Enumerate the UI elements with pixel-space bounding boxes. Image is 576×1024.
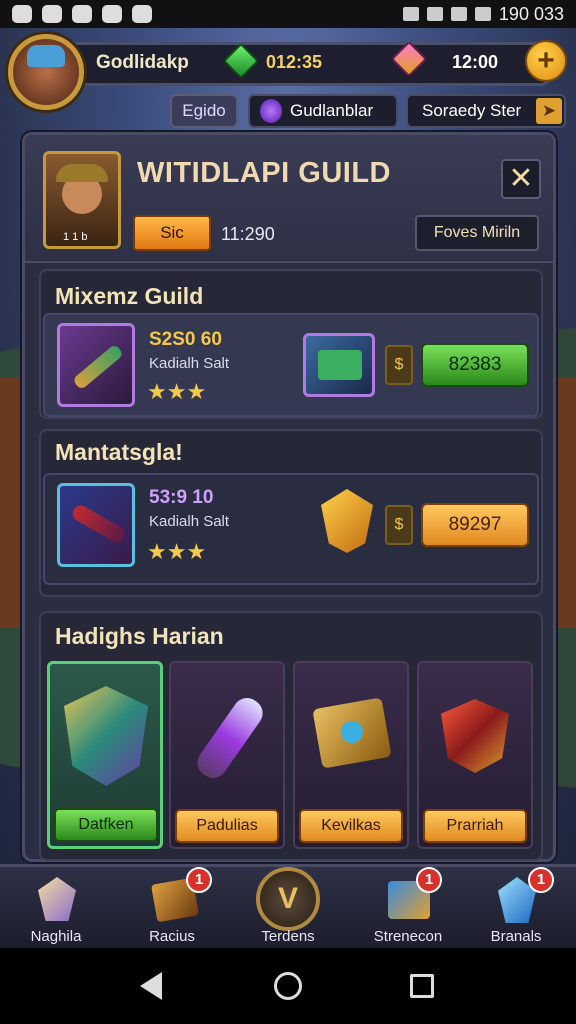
ruby-shield-icon <box>441 699 509 773</box>
reward-card-4-button[interactable]: Prarriah <box>423 809 527 843</box>
tab-gudlanblar[interactable]: Gudlanblar <box>248 94 398 128</box>
reward-card-3[interactable]: Kevilkas <box>293 661 409 849</box>
gold-crest-icon <box>321 489 373 553</box>
tab-egido-label: Egido <box>182 101 226 120</box>
guild-section-1: Mixemz Guild S2S0 60 Kadialh Salt ★★★ $ … <box>39 269 543 419</box>
nav-terdens-label: Terdens <box>261 928 315 945</box>
reward-card-2-button[interactable]: Padulias <box>175 809 279 843</box>
reward-card-3-button[interactable]: Kevilkas <box>299 809 403 843</box>
section-1-sub: Kadialh Salt <box>149 355 230 372</box>
tab-soraedy-ster-label: Soraedy Ster <box>422 101 522 120</box>
reward-card-2[interactable]: Padulias <box>169 661 285 849</box>
section-2-value: 53:9 10 <box>149 487 214 508</box>
status-bar: 190 033 <box>0 0 576 28</box>
add-resource-button[interactable]: + <box>525 40 567 82</box>
nav-branals-badge: 1 <box>528 867 554 893</box>
purple-orb-icon <box>260 99 282 123</box>
tab-soraedy-ster[interactable]: Soraedy Ster ➤ <box>406 94 566 128</box>
section-1-row: S2S0 60 Kadialh Salt ★★★ $ 82383 <box>43 313 539 417</box>
nav-naghila-label: Naghila <box>30 928 82 945</box>
section-1-value: S2S0 60 <box>149 329 222 350</box>
status-time: 190 033 <box>498 3 564 24</box>
player-avatar[interactable] <box>8 34 84 110</box>
player-name: Godlidakp <box>96 52 189 73</box>
chat-icon <box>102 5 122 23</box>
reward-card-1-button[interactable]: Datfken <box>54 808 158 842</box>
section-1-action-button[interactable]: 82383 <box>421 343 529 387</box>
section-1-stars: ★★★ <box>147 379 207 404</box>
home-icon[interactable] <box>274 972 302 1000</box>
emblem-icon: V <box>256 867 320 931</box>
system-nav-bar <box>0 948 576 1024</box>
section-2-title: Mantatsgla! <box>55 439 183 465</box>
reward-card-1[interactable]: Datfken <box>47 661 163 849</box>
nav-branals[interactable]: 1 Branals <box>460 867 572 951</box>
map-scroll-icon[interactable] <box>303 333 375 397</box>
guild-section-2: Mantatsgla! 53:9 10 Kadialh Salt ★★★ $ 8… <box>39 429 543 597</box>
nav-racius-badge: 1 <box>186 867 212 893</box>
app-icon <box>12 5 32 23</box>
shield-emerald-icon <box>64 686 148 786</box>
tab-egido[interactable]: Egido <box>170 94 238 128</box>
foves-button[interactable]: Foves Miriln <box>415 215 539 251</box>
treasure-box-icon <box>312 697 392 769</box>
tab-gudlanblar-label: Gudlanblar <box>290 101 374 120</box>
crystal-icon <box>38 877 76 921</box>
nav-racius[interactable]: 1 Racius <box>116 867 228 951</box>
telescope-icon[interactable] <box>57 323 135 407</box>
reward-card-4[interactable]: Prarriah <box>417 661 533 849</box>
close-icon: ✕ <box>508 162 534 195</box>
back-icon[interactable] <box>140 972 162 1000</box>
section-2-currency-button[interactable]: $ <box>385 505 413 545</box>
section-2-action-button[interactable]: 89297 <box>421 503 529 547</box>
section-2-sub: Kadialh Salt <box>149 513 230 530</box>
recents-icon[interactable] <box>410 974 434 998</box>
wifi-icon <box>426 7 443 21</box>
mute-icon <box>402 7 419 21</box>
nav-strenecon[interactable]: 1 Strenecon <box>352 867 464 951</box>
nav-strenecon-label: Strenecon <box>373 928 443 945</box>
guild-section-3: Hadighs Harian Datfken Padulias Kevilkas… <box>39 611 543 861</box>
top-hud: Godlidakp 012:35 12:00 + <box>0 34 576 110</box>
star-icon <box>132 5 152 23</box>
section-2-row: 53:9 10 Kadialh Salt ★★★ $ 89297 <box>43 473 539 585</box>
bottom-nav: Naghila 1 Racius V Terdens 1 Strenecon 1… <box>0 864 576 951</box>
resource-emerald-count: 012:35 <box>266 52 323 72</box>
close-button[interactable]: ✕ <box>501 159 541 199</box>
crimson-blade-icon[interactable] <box>57 483 135 567</box>
nav-strenecon-badge: 1 <box>416 867 442 893</box>
nav-terdens[interactable]: V Terdens <box>232 867 344 951</box>
section-3-title: Hadighs Harian <box>55 623 224 649</box>
header-value: 11:290 <box>221 224 275 244</box>
scepter-orb-icon <box>191 692 269 784</box>
signal-icon <box>450 7 467 21</box>
section-1-title: Mixemz Guild <box>55 283 204 309</box>
hero-tag: 1 1 b <box>63 231 88 243</box>
sync-icon <box>72 5 92 23</box>
guild-title: WITIDLAPI GUILD <box>137 157 391 189</box>
nav-racius-label: Racius <box>149 928 195 945</box>
guild-panel: 1 1 b WITIDLAPI GUILD ✕ Sic 11:290 Foves… <box>22 132 556 862</box>
guild-panel-header: 1 1 b WITIDLAPI GUILD ✕ Sic 11:290 Foves… <box>25 135 553 263</box>
resource-gem-count: 12:00 <box>452 52 499 72</box>
sic-button[interactable]: Sic <box>133 215 211 251</box>
section-1-currency-button[interactable]: $ <box>385 345 413 385</box>
nav-branals-label: Branals <box>490 928 542 945</box>
battery-icon <box>474 7 491 21</box>
arrow-right-icon: ➤ <box>536 98 562 124</box>
section-2-stars: ★★★ <box>147 539 207 564</box>
nav-naghila[interactable]: Naghila <box>0 867 112 951</box>
image-icon <box>42 5 62 23</box>
